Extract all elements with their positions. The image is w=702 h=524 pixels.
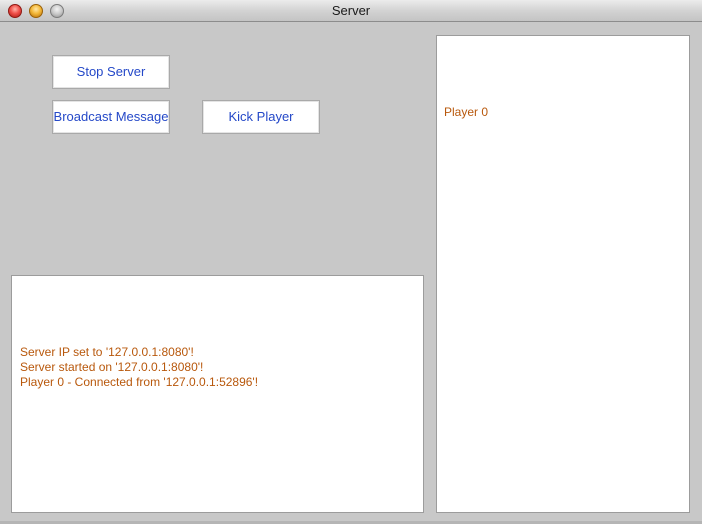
player-list-item[interactable]: Player 0 (444, 105, 488, 120)
log-line: Player 0 - Connected from '127.0.0.1:528… (20, 375, 259, 389)
log-line: Server IP set to '127.0.0.1:8080'! (20, 345, 194, 359)
broadcast-message-button[interactable]: Broadcast Message (52, 100, 170, 134)
window-title: Server (331, 3, 371, 18)
log-line: Server started on '127.0.0.1:8080'! (20, 360, 204, 374)
player-list-panel[interactable]: Player 0 (436, 35, 690, 513)
server-log-panel[interactable]: Server IP set to '127.0.0.1:8080'! Serve… (11, 275, 424, 513)
player-list: Player 0 (444, 105, 488, 120)
server-window: Server Stop Server Broadcast Message Kic… (0, 0, 702, 524)
broadcast-message-label: Broadcast Message (53, 109, 169, 124)
title-bar[interactable]: Server (0, 0, 702, 22)
server-log-list: Server IP set to '127.0.0.1:8080'! Serve… (20, 345, 258, 390)
kick-player-button[interactable]: Kick Player (202, 100, 320, 134)
stop-server-button[interactable]: Stop Server (52, 55, 170, 89)
